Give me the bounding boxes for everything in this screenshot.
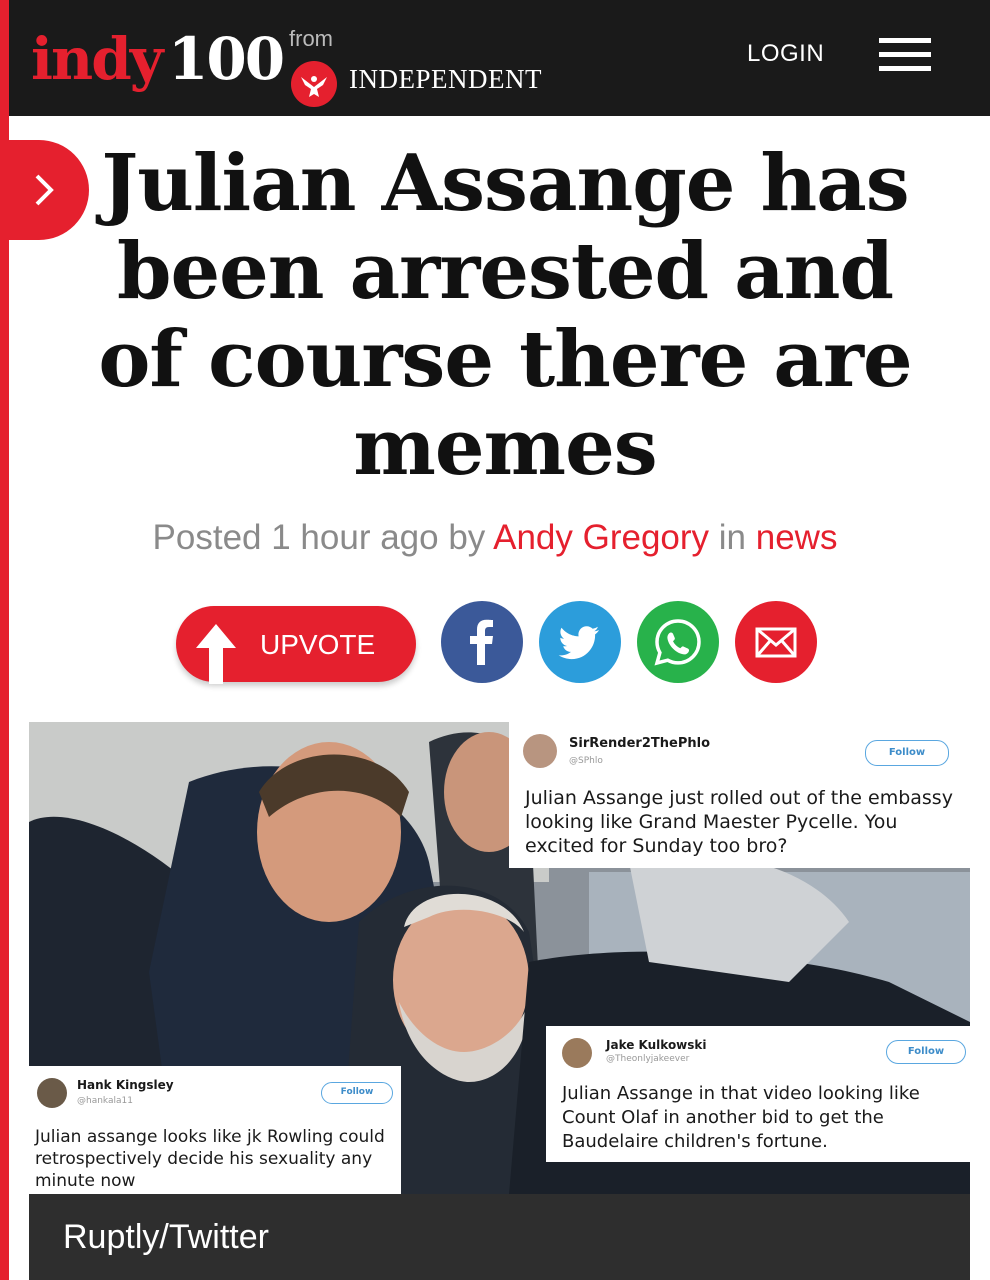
tweet-author-name: Jake Kulkowski (606, 1038, 707, 1052)
tweet-card: Hank Kingsley @hankala11 Follow Julian a… (29, 1066, 401, 1194)
tweet-text: Julian assange looks like jk Rowling cou… (35, 1127, 385, 1191)
byline-by: by (438, 518, 494, 557)
site-logo[interactable]: indy 100 from INDEPENDENT (31, 18, 571, 108)
email-icon (755, 627, 797, 658)
tweet-author-name: SirRender2ThePhlo (569, 736, 711, 751)
image-credit: Ruptly/Twitter (63, 1218, 269, 1256)
upvote-button[interactable]: UPVOTE (176, 606, 416, 684)
byline-time: 1 hour ago (271, 518, 439, 557)
top-navigation-bar: indy 100 from INDEPENDENT LOGIN (9, 0, 990, 116)
follow-button: Follow (321, 1082, 393, 1104)
upvote-label: UPVOTE (260, 629, 376, 660)
logo-indy-text: indy (31, 25, 163, 93)
share-email-button[interactable] (735, 601, 817, 683)
avatar (562, 1038, 592, 1068)
share-twitter-button[interactable] (539, 601, 621, 683)
tweet-card: Jake Kulkowski @Theonlyjakeever Follow J… (546, 1026, 970, 1162)
tweet-text: Julian Assange in that video looking lik… (562, 1083, 920, 1152)
article-byline: Posted 1 hour ago by Andy Gregory in new… (0, 518, 990, 558)
up-arrow-icon (196, 624, 236, 684)
eagle-icon (291, 61, 337, 107)
article-headline: Julian Assange has been arrested and of … (98, 138, 912, 493)
chevron-right-icon (35, 174, 54, 206)
tweet-author-handle: @Theonlyjakeever (606, 1054, 690, 1064)
hamburger-menu-icon[interactable] (879, 38, 931, 72)
image-caption: Ruptly/Twitter (29, 1194, 970, 1280)
facebook-icon (470, 619, 493, 665)
whatsapp-icon (654, 619, 701, 666)
follow-button: Follow (865, 740, 949, 766)
avatar (523, 734, 557, 768)
logo-publisher-text: INDEPENDENT (349, 64, 542, 94)
share-whatsapp-button[interactable] (637, 601, 719, 683)
section-link[interactable]: news (756, 518, 838, 557)
article-image: SirRender2ThePhlo @SPhlo Follow Julian A… (29, 722, 970, 1194)
logo-from-text: from (289, 26, 333, 51)
author-link[interactable]: Andy Gregory (493, 518, 709, 557)
login-link[interactable]: LOGIN (747, 40, 824, 68)
left-accent-bar (0, 0, 9, 1280)
tweet-author-name: Hank Kingsley (77, 1078, 174, 1092)
tweet-author-handle: @hankala11 (77, 1096, 133, 1106)
avatar (37, 1078, 67, 1108)
tweet-author-handle: @SPhlo (569, 756, 603, 766)
follow-button: Follow (886, 1040, 966, 1064)
tweet-card: SirRender2ThePhlo @SPhlo Follow Julian A… (509, 722, 970, 868)
byline-in: in (709, 518, 756, 557)
share-facebook-button[interactable] (441, 601, 523, 683)
byline-posted: Posted (152, 518, 272, 557)
tweet-text: Julian Assange just rolled out of the em… (525, 787, 953, 857)
twitter-icon (558, 626, 599, 660)
logo-100-text: 100 (168, 25, 285, 93)
